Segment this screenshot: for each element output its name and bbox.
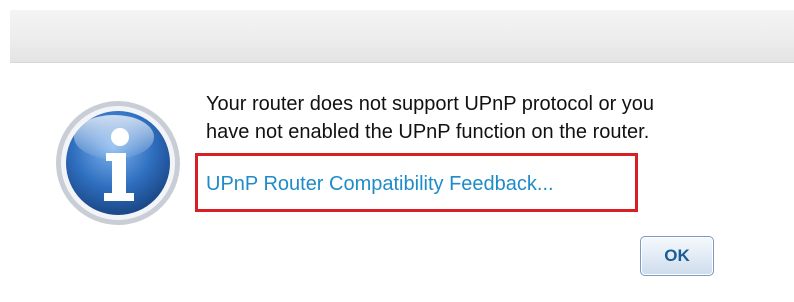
dialog-message: Your router does not support UPnP protoc… <box>206 90 766 146</box>
dialog-title-bar <box>10 10 794 63</box>
upnp-dialog: Your router does not support UPnP protoc… <box>0 0 794 302</box>
upnp-compatibility-feedback-link[interactable]: UPnP Router Compatibility Feedback... <box>206 172 554 196</box>
info-icon <box>54 99 182 227</box>
message-line-2: have not enabled the UPnP function on th… <box>206 121 650 143</box>
ok-button[interactable]: OK <box>640 236 714 276</box>
message-line-1: Your router does not support UPnP protoc… <box>206 93 655 115</box>
